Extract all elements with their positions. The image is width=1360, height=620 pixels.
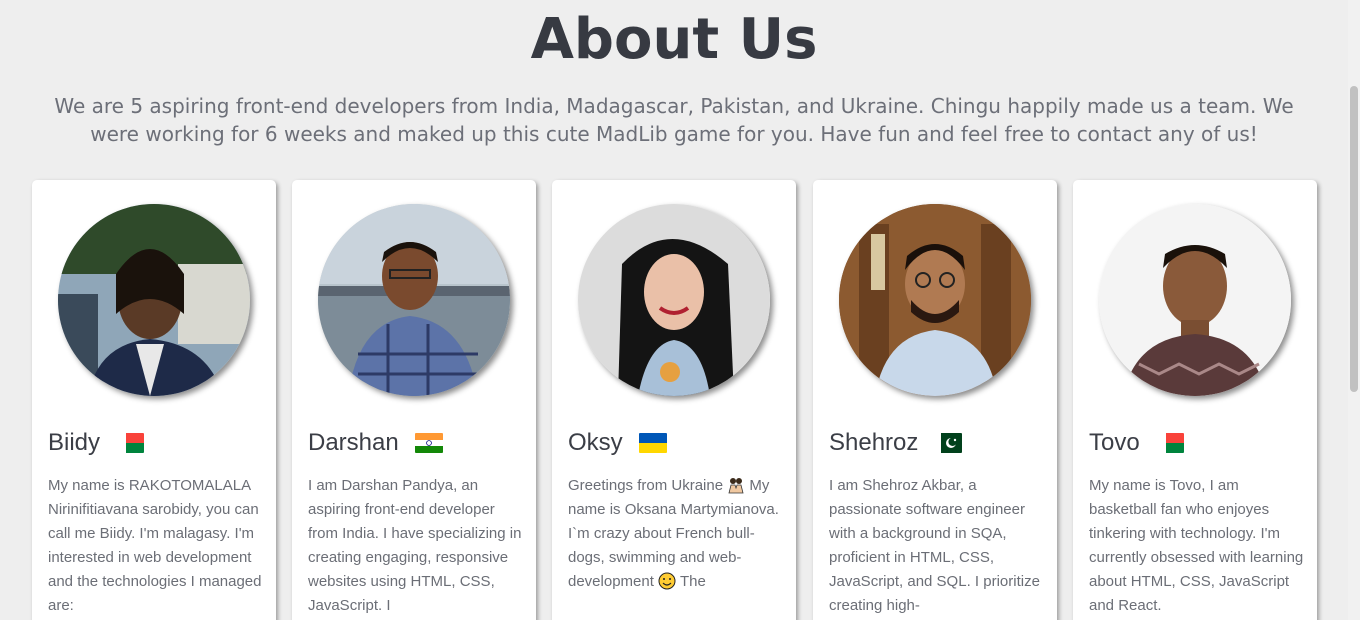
member-name: Shehroz: [829, 429, 919, 456]
member-bio: I am Darshan Pandya, an aspiring front-e…: [308, 477, 522, 614]
member-bio: My name is Tovo, I am basketball fan who…: [1089, 477, 1304, 614]
team-card-tovo: Tovo My name is Tovo, I am basketball fa…: [1073, 180, 1317, 620]
pakistan-flag-icon: [934, 433, 963, 453]
ukraine-flag-icon: [638, 433, 667, 453]
member-bio: I am Shehroz Akbar, a passionate softwar…: [829, 477, 1040, 614]
team-card-shehroz: Shehroz I am Shehroz Akbar, a passionate…: [813, 180, 1057, 620]
scrollbar-thumb[interactable]: [1350, 86, 1358, 392]
avatar: [58, 204, 250, 396]
avatar-photo-icon: [58, 204, 250, 396]
member-name: Tovo: [1089, 429, 1140, 456]
madagascar-flag-icon: [1155, 433, 1184, 453]
avatar: [1099, 204, 1291, 396]
vertical-scrollbar[interactable]: [1348, 0, 1360, 620]
about-page: About Us We are 5 aspiring front-end dev…: [0, 0, 1360, 620]
team-card-biidy: Biidy My name is RAKOTOMALALA Nirinifiti…: [32, 180, 276, 620]
avatar: [318, 204, 510, 396]
avatar-photo-icon: [839, 204, 1031, 396]
member-bio: Greetings from Ukraine My name is Oksana…: [568, 476, 779, 590]
avatar: [578, 204, 770, 396]
page-subtitle: We are 5 aspiring front-end developers f…: [54, 94, 1294, 146]
avatar: [839, 204, 1031, 396]
page-title: About Us: [530, 7, 818, 72]
avatar-photo-icon: [578, 204, 770, 396]
team-card-darshan: Darshan I am Darshan Pandya, an aspiring…: [292, 180, 536, 620]
member-name: Oksy: [568, 429, 623, 456]
smiling-face-icon: [658, 572, 676, 590]
member-name: Biidy: [48, 429, 101, 456]
madagascar-flag-icon: [116, 433, 145, 453]
member-bio: My name is RAKOTOMALALA Nirinifitiavana …: [48, 477, 262, 614]
india-flag-icon: [414, 433, 443, 453]
avatar-photo-icon: [318, 204, 510, 396]
avatar-photo-icon: [1099, 204, 1291, 396]
member-name: Darshan: [308, 429, 399, 456]
team-cards: Biidy My name is RAKOTOMALALA Nirinifiti…: [32, 180, 1320, 620]
team-card-oksy: Oksy Greetings from Ukraine My name is O…: [552, 180, 796, 620]
people-holding-hands-icon: [727, 476, 745, 494]
